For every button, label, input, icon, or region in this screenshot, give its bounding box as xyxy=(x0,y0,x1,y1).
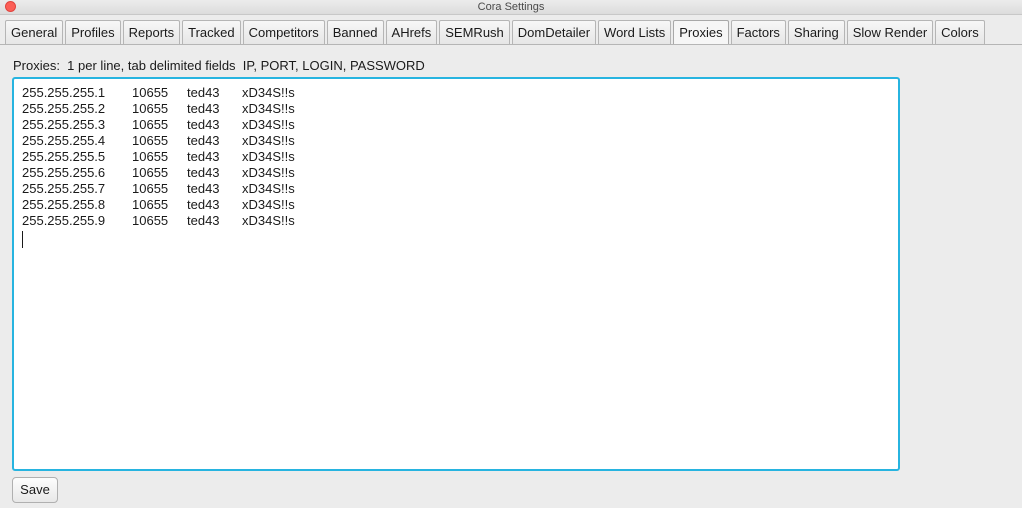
tab-proxies[interactable]: Proxies xyxy=(673,20,729,44)
proxy-ip: 255.255.255.2 xyxy=(22,101,106,116)
proxy-line: 255.255.255.7 10655 ted43 xD34S!!s xyxy=(22,181,890,197)
proxy-port: 10655 xyxy=(132,213,169,228)
proxy-password: xD34S!!s xyxy=(242,85,295,100)
proxy-password: xD34S!!s xyxy=(242,181,295,196)
tab-semrush[interactable]: SEMRush xyxy=(439,20,510,44)
proxy-ip: 255.255.255.5 xyxy=(22,149,106,164)
proxy-password: xD34S!!s xyxy=(242,133,295,148)
tab-domdetailer[interactable]: DomDetailer xyxy=(511,20,597,44)
proxy-login: ted43 xyxy=(187,117,220,132)
proxy-login: ted43 xyxy=(187,133,220,148)
tab-sharing[interactable]: Sharing xyxy=(787,20,845,44)
save-button[interactable]: Save xyxy=(12,477,58,503)
tab-general[interactable]: General xyxy=(5,20,64,44)
proxy-line: 255.255.255.9 10655 ted43 xD34S!!s xyxy=(22,213,890,229)
tab-ahrefs[interactable]: AHrefs xyxy=(385,20,438,44)
tab-profiles[interactable]: Profiles xyxy=(65,20,121,44)
proxy-port: 10655 xyxy=(132,165,169,180)
text-caret xyxy=(22,231,23,248)
tab-slow-render[interactable]: Slow Render xyxy=(846,20,934,44)
proxy-login: ted43 xyxy=(187,213,220,228)
proxy-password: xD34S!!s xyxy=(242,165,295,180)
proxy-line: 255.255.255.6 10655 ted43 xD34S!!s xyxy=(22,165,890,181)
proxy-line: 255.255.255.5 10655 ted43 xD34S!!s xyxy=(22,149,890,165)
proxies-hint: Proxies: 1 per line, tab delimited field… xyxy=(13,58,425,73)
proxy-login: ted43 xyxy=(187,85,220,100)
proxy-password: xD34S!!s xyxy=(242,213,295,228)
proxy-ip: 255.255.255.9 xyxy=(22,213,106,228)
proxy-line: 255.255.255.4 10655 ted43 xD34S!!s xyxy=(22,133,890,149)
proxy-ip: 255.255.255.7 xyxy=(22,181,106,196)
tab-tracked[interactable]: Tracked xyxy=(182,20,241,44)
proxy-login: ted43 xyxy=(187,197,220,212)
tab-competitors[interactable]: Competitors xyxy=(242,20,325,44)
window-title: Cora Settings xyxy=(477,1,545,13)
proxy-port: 10655 xyxy=(132,117,169,132)
proxy-ip: 255.255.255.4 xyxy=(22,133,106,148)
proxy-port: 10655 xyxy=(132,133,169,148)
proxy-password: xD34S!!s xyxy=(242,117,295,132)
proxy-login: ted43 xyxy=(187,165,220,180)
proxy-line: 255.255.255.1 10655 ted43 xD34S!!s xyxy=(22,85,890,101)
tab-reports[interactable]: Reports xyxy=(122,20,181,44)
tab-factors[interactable]: Factors xyxy=(730,20,786,44)
proxy-port: 10655 xyxy=(132,197,169,212)
settings-tabs: General Profiles Reports Tracked Competi… xyxy=(5,20,987,44)
tab-colors[interactable]: Colors xyxy=(935,20,985,44)
proxy-port: 10655 xyxy=(132,85,169,100)
proxy-line: 255.255.255.8 10655 ted43 xD34S!!s xyxy=(22,197,890,213)
proxy-port: 10655 xyxy=(132,149,169,164)
tab-divider xyxy=(0,44,1022,45)
proxy-password: xD34S!!s xyxy=(242,101,295,116)
proxy-ip: 255.255.255.8 xyxy=(22,197,106,212)
proxy-ip: 255.255.255.1 xyxy=(22,85,106,100)
proxy-line: 255.255.255.2 10655 ted43 xD34S!!s xyxy=(22,101,890,117)
proxy-login: ted43 xyxy=(187,101,220,116)
proxies-textarea[interactable]: 255.255.255.1 10655 ted43 xD34S!!s 255.255.… xyxy=(12,77,900,471)
proxy-port: 10655 xyxy=(132,101,169,116)
tab-word-lists[interactable]: Word Lists xyxy=(598,20,672,44)
proxy-login: ted43 xyxy=(187,181,220,196)
proxy-login: ted43 xyxy=(187,149,220,164)
proxy-password: xD34S!!s xyxy=(242,197,295,212)
proxy-port: 10655 xyxy=(132,181,169,196)
tab-banned[interactable]: Banned xyxy=(326,20,384,44)
proxy-password: xD34S!!s xyxy=(242,149,295,164)
proxy-ip: 255.255.255.6 xyxy=(22,165,106,180)
title-bar: Cora Settings xyxy=(0,0,1022,15)
proxy-line: 255.255.255.3 10655 ted43 xD34S!!s xyxy=(22,117,890,133)
proxy-ip: 255.255.255.3 xyxy=(22,117,106,132)
